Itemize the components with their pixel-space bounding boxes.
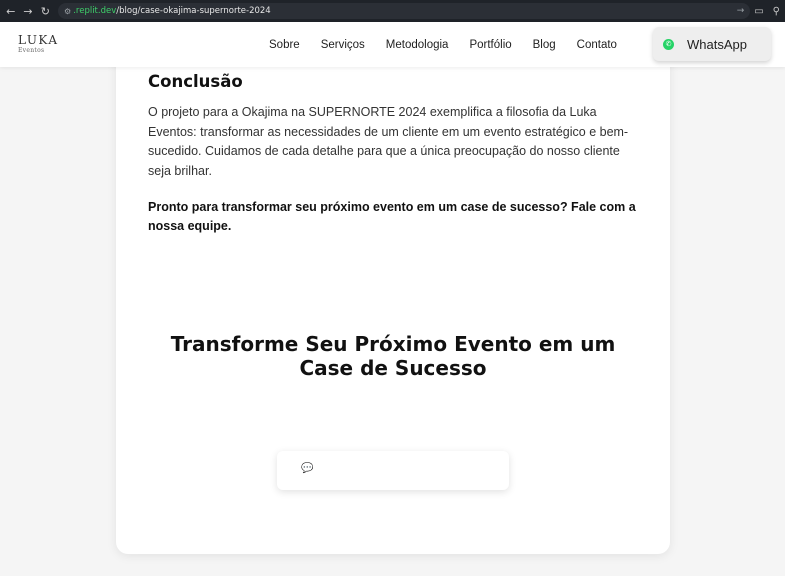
logo-sub: Eventos bbox=[18, 47, 45, 54]
nav-metodologia[interactable]: Metodologia bbox=[386, 39, 449, 51]
forward-arrow-icon[interactable]: → bbox=[19, 0, 36, 22]
cta-heading-line1: Transforme Seu Próximo Evento em um bbox=[170, 332, 616, 356]
logo-main: LUKA bbox=[18, 33, 59, 47]
contact-box[interactable]: 💬 bbox=[277, 451, 509, 490]
whatsapp-icon: ✆ bbox=[663, 38, 674, 50]
url-host: .replit.dev bbox=[73, 6, 117, 16]
address-bar[interactable]: ⚙ .replit.dev /blog/case-okajima-superno… bbox=[58, 3, 751, 19]
nav-blog[interactable]: Blog bbox=[533, 39, 556, 51]
whatsapp-button[interactable]: ✆ WhatsApp bbox=[653, 27, 771, 61]
url-path: /blog/case-okajima-supernorte-2024 bbox=[116, 6, 271, 16]
nav-sobre[interactable]: Sobre bbox=[269, 39, 300, 51]
speech-bubble-icon: 💬 bbox=[301, 463, 314, 474]
logo[interactable]: LUKA Eventos bbox=[18, 33, 59, 55]
cta-heading: Transforme Seu Próximo Evento em um Case… bbox=[116, 332, 670, 380]
nav-portfolio[interactable]: Portfólio bbox=[469, 39, 511, 51]
site-info-icon[interactable]: ⚙ bbox=[64, 7, 71, 16]
screen-icon[interactable]: ▭ bbox=[750, 6, 767, 17]
go-arrow-icon[interactable]: → bbox=[737, 6, 745, 16]
whatsapp-label: WhatsApp bbox=[687, 36, 747, 52]
site-header: LUKA Eventos Sobre Serviços Metodologia … bbox=[0, 22, 785, 67]
nav-contato[interactable]: Contato bbox=[577, 39, 617, 51]
main-nav: Sobre Serviços Metodologia Portfólio Blo… bbox=[269, 22, 638, 67]
reload-icon[interactable]: ↻ bbox=[37, 0, 54, 22]
back-arrow-icon[interactable]: ← bbox=[2, 0, 19, 22]
conclusion-title: Conclusão bbox=[148, 72, 243, 91]
tools-icon[interactable]: ⚲ bbox=[768, 6, 785, 17]
cta-text: Pronto para transformar seu próximo even… bbox=[148, 200, 636, 233]
conclusion-body: O projeto para a Okajima na SUPERNORTE 2… bbox=[148, 105, 629, 178]
browser-toolbar: ← → ↻ ⚙ .replit.dev /blog/case-okajima-s… bbox=[0, 0, 785, 22]
cta-heading-line2: Case de Sucesso bbox=[299, 356, 487, 380]
nav-servicos[interactable]: Serviços bbox=[321, 39, 365, 51]
